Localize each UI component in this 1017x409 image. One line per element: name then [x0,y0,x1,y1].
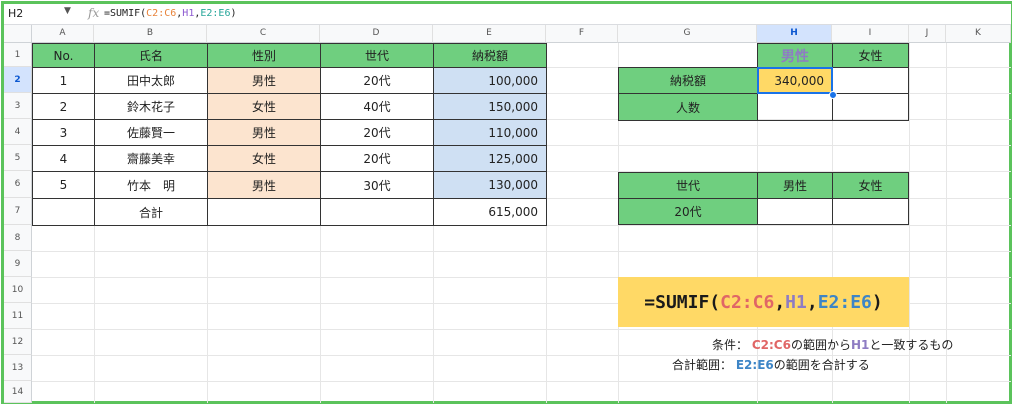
row-header-6[interactable]: 6 [4,171,32,198]
name-box[interactable]: H2 [8,7,23,20]
column-header-i[interactable]: I [832,25,909,43]
cell-gender[interactable]: 男性 [207,67,321,94]
total-cell-a[interactable] [32,198,95,226]
header-name[interactable]: 氏名 [94,43,208,68]
cell-gender[interactable]: 男性 [207,119,321,146]
cell-tax[interactable]: 125,000 [433,145,547,172]
cell-name[interactable]: 田中太郎 [94,67,208,94]
cell-no[interactable]: 2 [32,93,95,120]
column-header-f[interactable]: F [546,25,618,43]
row-header-12[interactable]: 12 [4,329,32,355]
summary-label-count[interactable]: 人数 [618,93,758,121]
summary-label-tax[interactable]: 納税額 [618,67,758,94]
row-header-1[interactable]: 1 [4,43,32,67]
cell-generation[interactable]: 20代 [320,67,434,94]
summary2-header-generation[interactable]: 世代 [618,172,758,199]
cell-name[interactable]: 鈴木花子 [94,93,208,120]
summary2-header-female[interactable]: 女性 [832,172,909,199]
column-header-c[interactable]: C [207,25,320,43]
summary-female-count[interactable] [832,93,909,121]
note-condition: 条件： C2:C6の範囲からH1と一致するもの [712,338,954,352]
summary-male-count[interactable] [757,93,833,121]
summary-header-female[interactable]: 女性 [832,43,909,68]
cell-name[interactable]: 齋藤美幸 [94,145,208,172]
cell-no[interactable]: 5 [32,171,95,199]
cell-tax[interactable]: 150,000 [433,93,547,120]
cell-generation[interactable]: 20代 [320,119,434,146]
row-header-7[interactable]: 7 [4,198,32,225]
column-header-g[interactable]: G [618,25,757,43]
header-gender[interactable]: 性別 [207,43,321,68]
row-header-9[interactable]: 9 [4,251,32,277]
row-header-2[interactable]: 2 [4,67,32,93]
cell-generation[interactable]: 20代 [320,145,434,172]
header-generation[interactable]: 世代 [320,43,434,68]
row-header-11[interactable]: 11 [4,303,32,329]
cell-no[interactable]: 3 [32,119,95,146]
total-value[interactable]: 615,000 [433,198,547,226]
row-header-10[interactable]: 10 [4,277,32,303]
row-header-5[interactable]: 5 [4,145,32,171]
column-header-h[interactable]: H [757,25,832,43]
formula-input[interactable]: =SUMIF(C2:C6,H1,E2:E6) [104,8,237,19]
fill-handle[interactable] [829,91,837,99]
summary-female-tax[interactable] [832,67,909,94]
row-header-8[interactable]: 8 [4,225,32,251]
cell-name[interactable]: 佐藤賢一 [94,119,208,146]
cell-gender[interactable]: 女性 [207,145,321,172]
column-header-d[interactable]: D [320,25,433,43]
cell-tax[interactable]: 110,000 [433,119,547,146]
header-tax[interactable]: 納税額 [433,43,547,68]
fx-icon: fx [88,6,100,20]
column-header-a[interactable]: A [32,25,94,43]
cell-gender[interactable]: 男性 [207,171,321,199]
cell-gender[interactable]: 女性 [207,93,321,120]
cell-generation[interactable]: 40代 [320,93,434,120]
grid-line [32,381,1011,382]
grid-line [32,329,1011,330]
total-cell-d[interactable] [320,198,434,226]
formula-bar: H2 ▼ fx =SUMIF(C2:C6,H1,E2:E6) [4,4,1011,25]
column-header-b[interactable]: B [94,25,207,43]
cell-generation[interactable]: 30代 [320,171,434,199]
header-no[interactable]: No. [32,43,95,68]
row-header-3[interactable]: 3 [4,93,32,119]
total-cell-c[interactable] [207,198,321,226]
column-header-e[interactable]: E [433,25,546,43]
summary-header-male[interactable]: 男性 [757,43,833,68]
total-label[interactable]: 合計 [94,198,208,226]
column-header-j[interactable]: J [909,25,946,43]
formula-display: =SUMIF(C2:C6, H1, E2:E6) [618,277,909,327]
summary2-female-20s[interactable] [832,198,909,225]
active-cell-outline [757,67,833,94]
select-all-corner[interactable] [4,25,32,43]
cell-name[interactable]: 竹本 明 [94,171,208,199]
chevron-down-icon[interactable]: ▼ [64,6,71,16]
summary2-male-20s[interactable] [757,198,833,225]
summary2-label-20s[interactable]: 20代 [618,198,758,225]
column-header-k[interactable]: K [946,25,1011,43]
cell-no[interactable]: 1 [32,67,95,94]
cell-tax[interactable]: 100,000 [433,67,547,94]
row-header-14[interactable]: 14 [4,381,32,403]
grid-line [32,251,1011,252]
summary2-header-male[interactable]: 男性 [757,172,833,199]
row-header-4[interactable]: 4 [4,119,32,145]
note-sum-range: 合計範囲： E2:E6の範囲を合計する [672,358,870,372]
cell-tax[interactable]: 130,000 [433,171,547,199]
cell-no[interactable]: 4 [32,145,95,172]
row-header-13[interactable]: 13 [4,355,32,381]
